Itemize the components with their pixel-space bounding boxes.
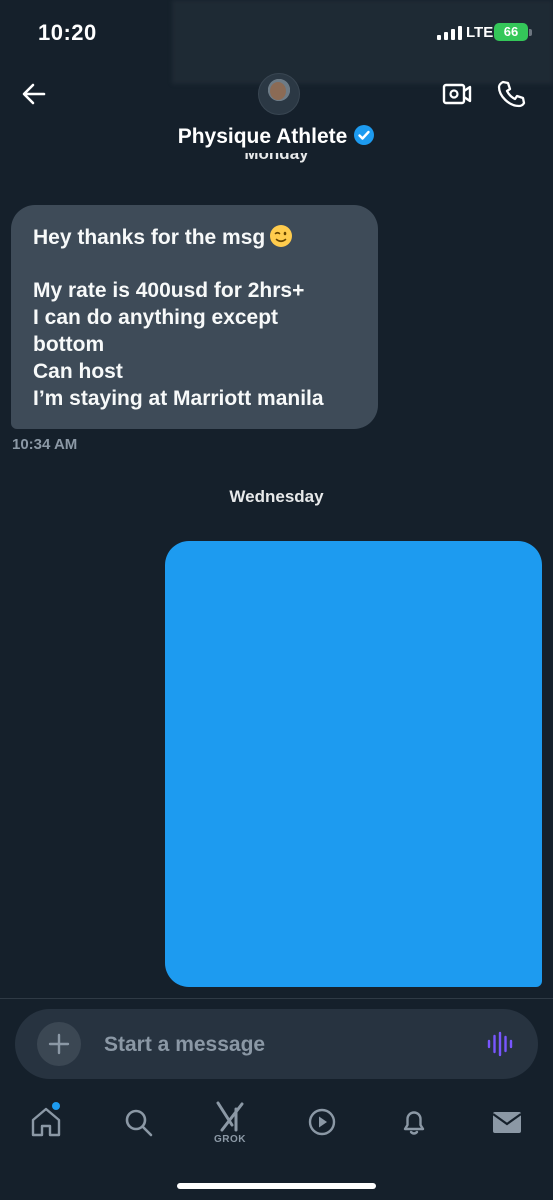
battery-tip: [529, 29, 532, 36]
bell-icon: [403, 1111, 425, 1135]
day-separator-wednesday: Wednesday: [229, 487, 324, 506]
tab-home[interactable]: [24, 1100, 68, 1144]
day-separator-monday: Monday: [0, 153, 553, 167]
home-indicator: [177, 1183, 376, 1189]
add-attachment-button[interactable]: [37, 1022, 81, 1066]
message-text: Hey thanks for the msg: [33, 226, 266, 249]
message-line: My rate is 400usd for 2hrs+: [33, 279, 305, 302]
mail-icon: [492, 1112, 522, 1133]
status-time: 10:20: [38, 20, 97, 45]
video-call-button[interactable]: [441, 79, 473, 109]
message-input[interactable]: [104, 1026, 464, 1064]
grok-label: GROK: [214, 1134, 246, 1145]
plus-icon: [48, 1033, 70, 1055]
wink-emoji-icon: [270, 225, 293, 247]
blurred-notification-overlay: [172, 0, 553, 84]
search-icon: [125, 1109, 153, 1137]
tab-notifications[interactable]: [392, 1100, 436, 1144]
outgoing-message-bubble-redacted[interactable]: [165, 541, 542, 987]
back-button[interactable]: [18, 78, 50, 110]
tab-video[interactable]: [300, 1100, 344, 1144]
arrow-left-icon: [22, 83, 46, 105]
phone-icon: [497, 80, 526, 108]
tab-search[interactable]: [116, 1100, 160, 1144]
contact-name-row[interactable]: Physique Athlete: [0, 124, 553, 149]
message-line: I can do anything except: [33, 306, 279, 329]
signal-strength-icon: [437, 26, 463, 40]
home-icon: [31, 1107, 61, 1137]
notification-dot: [52, 1102, 60, 1110]
video-play-icon: [308, 1108, 336, 1136]
verified-badge-icon: [354, 125, 375, 145]
battery-indicator: 66: [494, 23, 528, 41]
voice-message-button[interactable]: [486, 1031, 514, 1057]
message-line: Can host: [33, 360, 123, 383]
message-line: bottom: [33, 333, 105, 356]
voice-wave-icon: [487, 1031, 513, 1057]
message-timestamp: 10:34 AM: [12, 436, 78, 453]
message-line: I’m staying at Marriott manila: [33, 387, 324, 410]
contact-name: Physique Athlete: [177, 125, 348, 148]
avatar-photo: [270, 82, 286, 100]
day-label: Monday: [244, 153, 309, 163]
message-line: Hey thanks for the msg: [33, 224, 293, 250]
battery-level: 66: [503, 24, 519, 39]
network-type: LTE: [466, 24, 494, 41]
divider: [0, 998, 553, 999]
voice-call-button[interactable]: [495, 78, 527, 110]
grok-icon: [216, 1101, 244, 1132]
video-camera-icon: [442, 83, 472, 105]
tab-messages[interactable]: [485, 1100, 529, 1144]
